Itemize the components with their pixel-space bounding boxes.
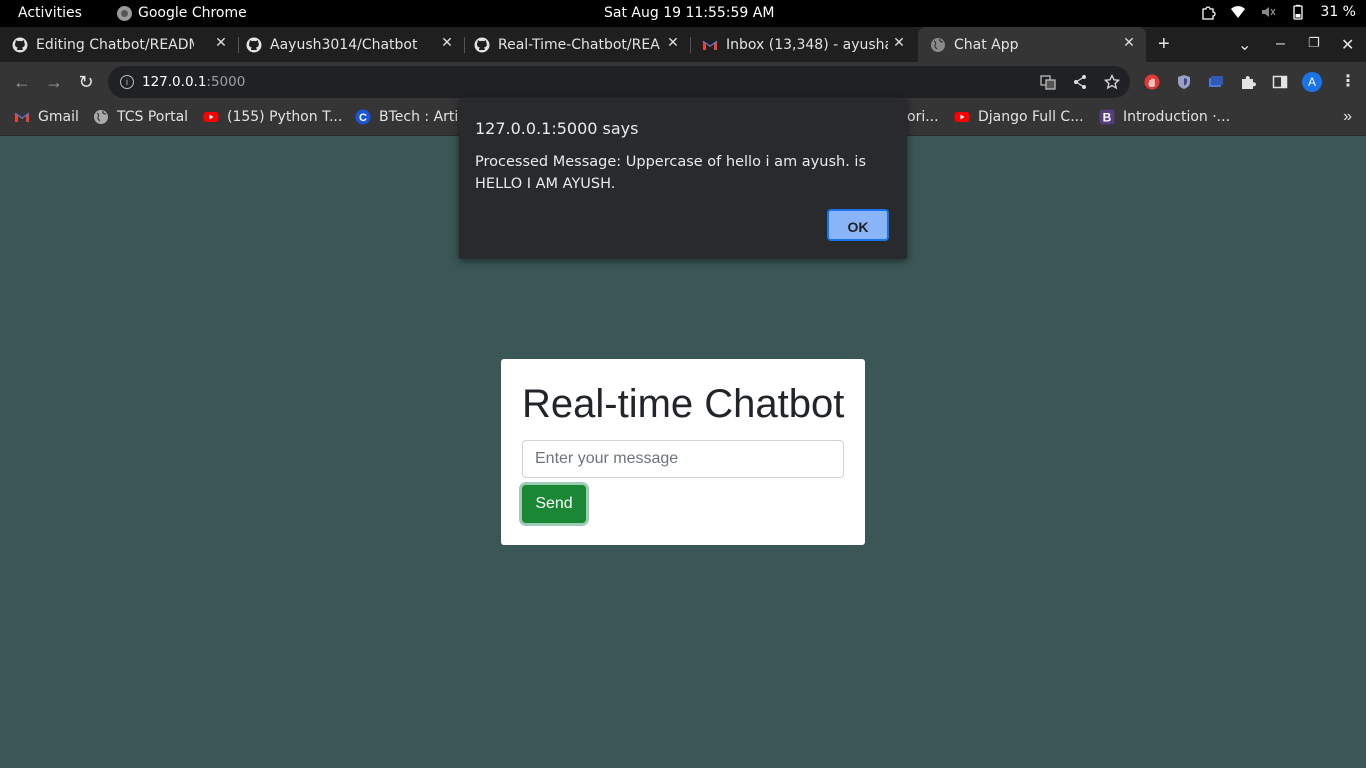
battery-percentage: 31 % [1320, 4, 1356, 20]
bookmark-label: BTech : Arti [379, 109, 459, 125]
alert-message: Processed Message: Uppercase of hello i … [475, 154, 867, 192]
alert-dialog: 127.0.0.1:5000 says Processed Message: U… [459, 99, 907, 259]
address-bar[interactable]: i 127.0.0.1:5000 [108, 66, 1130, 98]
tab-gmail-inbox[interactable]: Inbox (13,348) - ayushak ✕ [702, 27, 916, 62]
url-host: 127.0.0.1 [142, 74, 207, 90]
back-icon[interactable]: ← [12, 72, 32, 92]
github-icon [246, 37, 262, 52]
alert-origin: 127.0.0.1:5000 says [475, 119, 639, 138]
close-window-icon[interactable]: ✕ [1341, 35, 1354, 55]
bookmark-python-tutorial[interactable]: (155) Python T... [203, 109, 342, 125]
youtube-icon [954, 112, 970, 122]
system-top-bar: Activities Google Chrome Sat Aug 19 11:5… [0, 0, 1366, 27]
tab-manager-extension-icon[interactable] [1208, 74, 1224, 90]
browser-toolbar: ← → ↻ i 127.0.0.1:5000 A ⋮ [0, 62, 1366, 102]
more-bookmarks-icon[interactable]: » [1343, 108, 1352, 126]
puzzle-indicator-icon[interactable] [1200, 4, 1217, 20]
reload-icon[interactable]: ↻ [76, 72, 96, 92]
message-input[interactable] [522, 440, 844, 478]
chat-card: Real-time Chatbot Send [501, 359, 865, 545]
bootstrap-icon: B [1099, 109, 1115, 125]
bookmark-label: Introduction ·... [1123, 109, 1231, 125]
tab-search-icon[interactable]: ⌄ [1238, 35, 1251, 55]
site-info-icon[interactable]: i [120, 75, 134, 89]
close-tab-icon[interactable]: ✕ [1122, 36, 1136, 50]
side-panel-icon[interactable] [1272, 74, 1288, 90]
page-title: Real-time Chatbot [522, 382, 845, 426]
app-name: Google Chrome [138, 5, 247, 21]
wifi-icon[interactable] [1230, 4, 1246, 20]
close-tab-icon[interactable]: ✕ [666, 36, 680, 50]
app-menu[interactable]: Google Chrome [117, 5, 247, 21]
system-tray[interactable]: 31 % [1200, 4, 1356, 20]
translate-icon[interactable] [1040, 74, 1056, 90]
svg-text:B: B [1103, 111, 1112, 125]
tab-title: Aayush3014/Chatbot [270, 36, 418, 53]
volume-muted-icon[interactable] [1260, 4, 1276, 20]
gmail-icon [14, 112, 30, 122]
tab-editing-chatbot-readme[interactable]: Editing Chatbot/READM ✕ [12, 27, 239, 62]
youtube-icon [203, 112, 219, 122]
bookmark-django[interactable]: Django Full C... [954, 109, 1084, 125]
tab-separator [464, 37, 465, 53]
forward-icon[interactable]: → [44, 72, 64, 92]
close-tab-icon[interactable]: ✕ [892, 36, 906, 50]
bookmark-label: TCS Portal [117, 109, 189, 125]
tab-title: Chat App [954, 36, 1019, 53]
bookmark-tcs-portal[interactable]: TCS Portal [93, 109, 188, 125]
chrome-menu-icon[interactable]: ⋮ [1340, 72, 1356, 92]
globe-icon [94, 110, 108, 124]
tab-separator [238, 37, 239, 53]
tab-aayush-chatbot[interactable]: Aayush3014/Chatbot ✕ [246, 27, 465, 62]
bookmark-gmail[interactable]: Gmail [14, 109, 79, 125]
tab-title: Real-Time-Chatbot/REA [498, 36, 660, 53]
tab-chat-app[interactable]: Chat App ✕ [918, 27, 1146, 62]
tab-title: Editing Chatbot/READM [36, 36, 194, 53]
github-icon [474, 37, 490, 52]
restore-icon[interactable]: ❐ [1308, 35, 1320, 51]
tab-separator [690, 37, 691, 53]
send-button[interactable]: Send [522, 485, 586, 523]
bookmark-bootstrap-introduction[interactable]: B Introduction ·... [1099, 109, 1230, 125]
gmail-icon [702, 40, 718, 50]
bookmark-label: ori... [907, 109, 939, 125]
profile-avatar[interactable]: A [1302, 72, 1322, 92]
activities-button[interactable]: Activities [18, 5, 82, 21]
url-port: :5000 [206, 74, 246, 90]
share-icon[interactable] [1072, 74, 1088, 90]
battery-icon[interactable] [1290, 4, 1306, 20]
minimize-icon[interactable]: – [1276, 35, 1285, 53]
shield-extension-icon[interactable] [1176, 74, 1192, 90]
clock[interactable]: Sat Aug 19 11:55:59 AM [604, 5, 774, 21]
url-text[interactable]: 127.0.0.1:5000 [142, 74, 245, 90]
bookmark-label: Gmail [38, 109, 79, 125]
alert-ok-button[interactable]: OK [827, 209, 889, 241]
new-tab-button[interactable]: + [1158, 34, 1170, 54]
bookmark-label: (155) Python T... [227, 109, 343, 125]
close-tab-icon[interactable]: ✕ [214, 36, 228, 50]
svg-text:C: C [359, 112, 367, 124]
c-icon: C [355, 109, 371, 125]
tab-realtime-chatbot-readme[interactable]: Real-Time-Chatbot/REA ✕ [474, 27, 691, 62]
chrome-icon [117, 5, 132, 21]
bookmark-partial[interactable]: ori... [907, 109, 939, 125]
extensions-puzzle-icon[interactable] [1240, 74, 1256, 90]
globe-icon [931, 37, 945, 52]
hand-extension-icon[interactable] [1144, 74, 1160, 90]
github-icon [12, 37, 28, 52]
tab-title: Inbox (13,348) - ayushak [726, 36, 888, 53]
bookmark-star-icon[interactable] [1104, 74, 1120, 90]
bookmark-label: Django Full C... [978, 109, 1084, 125]
tab-strip: Editing Chatbot/READM ✕ Aayush3014/Chatb… [0, 27, 1366, 62]
close-tab-icon[interactable]: ✕ [440, 36, 454, 50]
bookmark-btech[interactable]: C BTech : Arti [355, 109, 458, 125]
